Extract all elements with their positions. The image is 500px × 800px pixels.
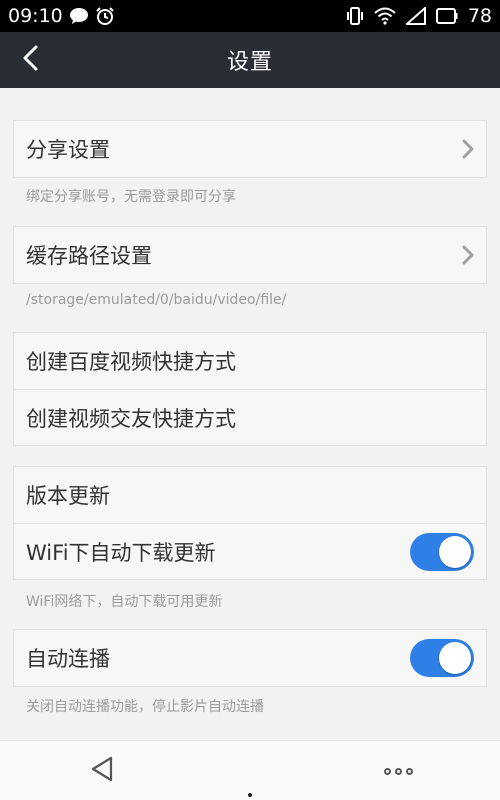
alarm-icon xyxy=(95,6,115,26)
more-dot-icon xyxy=(394,767,402,775)
settings-list[interactable]: 分享设置 绑定分享账号，无需登录即可分享 缓存路径设置 /storage/emu… xyxy=(0,88,500,740)
more-dot-icon xyxy=(405,767,413,775)
toggle-knob xyxy=(439,535,471,568)
shortcut-baidu-video-row[interactable]: 创建百度视频快捷方式 xyxy=(14,333,486,389)
chevron-right-icon xyxy=(462,138,474,160)
cache-path-group: 缓存路径设置 xyxy=(13,226,487,284)
autoplay-toggle[interactable] xyxy=(410,639,474,677)
status-time: 09:10 xyxy=(8,5,63,27)
update-group: 版本更新 WiFi下自动下载更新 xyxy=(13,466,487,580)
cache-path-label: 缓存路径设置 xyxy=(26,244,152,268)
wifi-auto-update-hint: WiFi网络下，自动下载可用更新 xyxy=(26,594,223,610)
share-settings-hint: 绑定分享账号，无需登录即可分享 xyxy=(26,189,236,205)
share-settings-label: 分享设置 xyxy=(26,138,110,162)
shortcuts-group: 创建百度视频快捷方式 创建视频交友快捷方式 xyxy=(13,332,487,446)
autoplay-group: 自动连播 xyxy=(13,629,487,687)
version-update-row[interactable]: 版本更新 xyxy=(14,467,486,523)
triangle-back-icon xyxy=(89,755,115,787)
wifi-auto-update-row: WiFi下自动下载更新 xyxy=(14,523,486,579)
signal-icon xyxy=(405,7,426,25)
more-dot-icon xyxy=(383,767,391,775)
wifi-icon xyxy=(374,7,396,25)
back-button[interactable] xyxy=(6,32,54,88)
autoplay-label: 自动连播 xyxy=(26,647,110,671)
wifi-auto-update-toggle[interactable] xyxy=(410,532,474,571)
home-indicator xyxy=(248,793,252,797)
battery-level: 78 xyxy=(467,5,492,27)
shortcut-video-friend-row[interactable]: 创建视频交友快捷方式 xyxy=(14,389,486,445)
autoplay-hint: 关闭自动连播功能，停止影片自动连播 xyxy=(26,699,264,715)
chevron-right-icon xyxy=(462,244,474,266)
chat-icon xyxy=(69,7,89,25)
toggle-knob xyxy=(439,642,471,674)
autoplay-row: 自动连播 xyxy=(14,630,486,686)
battery-icon xyxy=(435,8,458,24)
status-bar: 09:10 78 xyxy=(0,0,500,32)
chevron-left-icon xyxy=(20,44,40,76)
nav-bar: 设置 xyxy=(0,32,500,88)
system-nav-bar xyxy=(0,740,500,800)
system-back-button[interactable] xyxy=(84,753,120,789)
share-settings-group: 分享设置 xyxy=(13,120,487,178)
system-more-button[interactable] xyxy=(378,753,418,789)
shortcut-video-friend-label: 创建视频交友快捷方式 xyxy=(26,406,236,431)
vibrate-icon xyxy=(346,6,364,26)
page-title: 设置 xyxy=(226,50,273,75)
shortcut-baidu-video-label: 创建百度视频快捷方式 xyxy=(26,350,236,374)
version-update-label: 版本更新 xyxy=(26,484,110,508)
cache-path-value: /storage/emulated/0/baidu/video/file/ xyxy=(26,292,287,308)
cache-path-row[interactable]: 缓存路径设置 xyxy=(14,227,486,283)
share-settings-row[interactable]: 分享设置 xyxy=(14,121,486,177)
wifi-auto-update-label: WiFi下自动下载更新 xyxy=(26,540,216,565)
